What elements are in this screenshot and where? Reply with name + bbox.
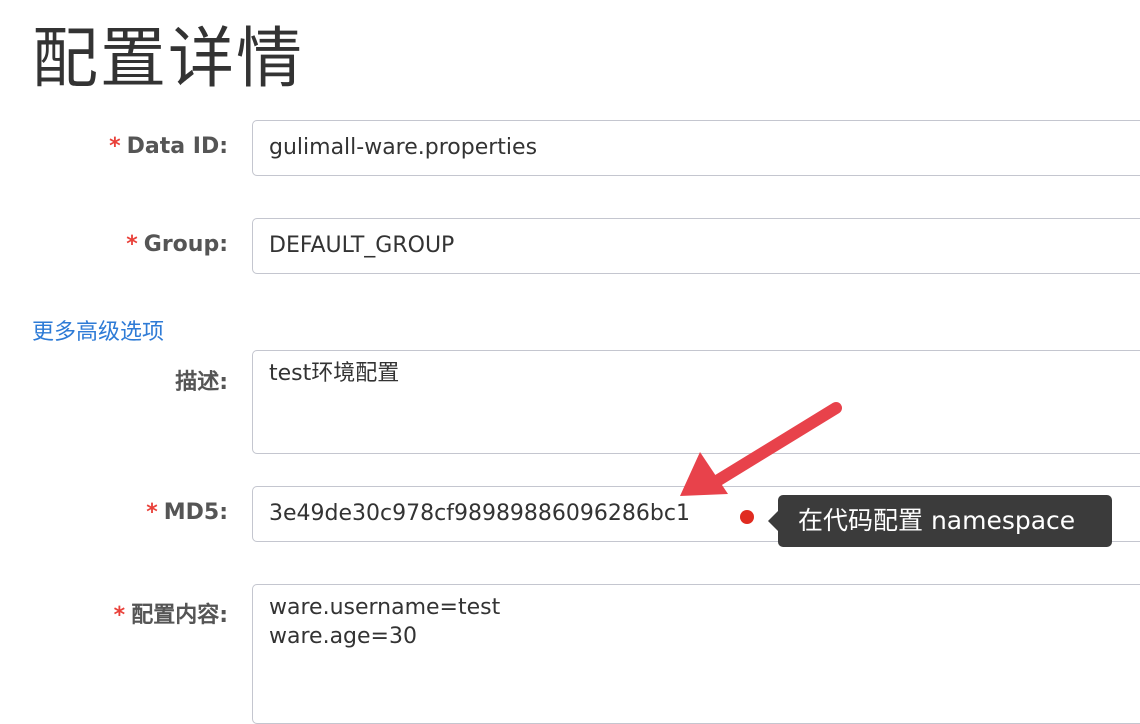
group-label-text: Group: [143, 232, 228, 257]
group-field[interactable]: DEFAULT_GROUP [252, 218, 1140, 274]
data-id-label-text: Data ID: [126, 134, 228, 159]
description-label: 描述: [175, 364, 228, 396]
data-id-label: * Data ID: [109, 134, 228, 159]
data-id-field[interactable]: gulimall-ware.properties [252, 120, 1140, 176]
required-mark: * [113, 603, 126, 628]
md5-label: * MD5: [146, 500, 228, 525]
description-value: test环境配置 [269, 361, 400, 386]
data-id-value: gulimall-ware.properties [269, 135, 538, 160]
required-mark: * [109, 134, 121, 159]
md5-label-text: MD5: [163, 500, 228, 525]
content-label-text: 配置内容: [131, 603, 228, 628]
required-mark: * [126, 232, 138, 257]
page-title: 配置详情 [32, 20, 304, 97]
tooltip-dot [740, 510, 754, 524]
content-textarea[interactable]: ware.username=test ware.age=30 [252, 584, 1140, 724]
group-value: DEFAULT_GROUP [269, 233, 455, 258]
content-label: * 配置内容: [114, 597, 228, 629]
required-mark: * [146, 500, 158, 525]
group-label: * Group: [126, 232, 228, 257]
description-label-text: 描述: [175, 370, 228, 395]
md5-value: 3e49de30c978cf98989886096286bc1 [269, 501, 690, 526]
description-textarea[interactable]: test环境配置 [252, 350, 1140, 454]
advanced-options-link[interactable]: 更多高级选项 [32, 314, 164, 346]
content-value: ware.username=test ware.age=30 [269, 595, 501, 649]
namespace-tooltip: 在代码配置 namespace [768, 495, 1112, 547]
